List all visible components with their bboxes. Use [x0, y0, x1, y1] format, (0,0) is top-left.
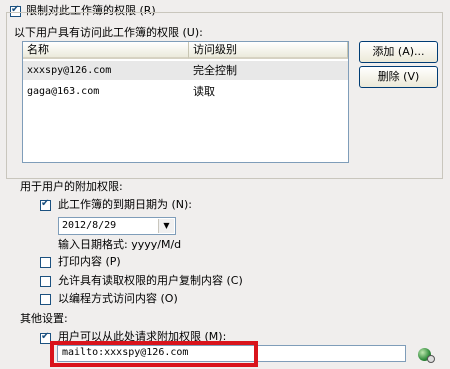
copy-label: 允许具有读取权限的用户复制内容 (C)	[58, 274, 243, 287]
users-section-title: 以下用户具有访问此工作簿的权限 (U):	[14, 26, 203, 39]
chevron-down-icon[interactable]: ▼	[158, 219, 174, 233]
user-name-cell: xxxspy@126.com	[27, 65, 112, 76]
table-row[interactable]: gaga@163.com 读取	[23, 82, 348, 101]
access-level-cell: 完全控制	[193, 64, 237, 77]
add-user-button[interactable]: 添加 (A)...	[359, 41, 438, 63]
user-name-cell: gaga@163.com	[27, 86, 100, 97]
access-level-cell: 读取	[193, 85, 215, 98]
column-header-access-level[interactable]: 访问级别	[189, 42, 348, 59]
delete-user-button[interactable]: 删除 (V)	[359, 66, 438, 88]
other-settings-title: 其他设置:	[20, 312, 68, 325]
user-permissions-list[interactable]: 名称 访问级别 xxxspy@126.com 完全控制 gaga@163.com…	[22, 41, 349, 163]
expiry-date-value: 2012/8/29	[62, 220, 117, 231]
programmatic-access-checkbox[interactable]	[40, 294, 51, 305]
globe-link-icon[interactable]	[418, 348, 435, 363]
expiry-checkbox[interactable]	[40, 198, 51, 211]
table-row[interactable]: xxxspy@126.com 完全控制	[23, 61, 348, 80]
print-label: 打印内容 (P)	[58, 255, 121, 268]
expiry-label: 此工作簿的到期日期为 (N):	[58, 198, 193, 211]
copy-checkbox[interactable]	[40, 276, 51, 287]
expiry-date-picker[interactable]: 2012/8/29 ▼	[58, 217, 176, 235]
date-format-hint: 输入日期格式: yyyy/M/d	[58, 238, 182, 251]
print-checkbox[interactable]	[40, 257, 51, 268]
programmatic-access-label: 以编程方式访问内容 (O)	[58, 292, 178, 305]
column-header-name[interactable]: 名称	[23, 42, 189, 59]
additional-permissions-title: 用于用户的附加权限:	[20, 180, 123, 193]
highlight-box	[50, 341, 258, 367]
